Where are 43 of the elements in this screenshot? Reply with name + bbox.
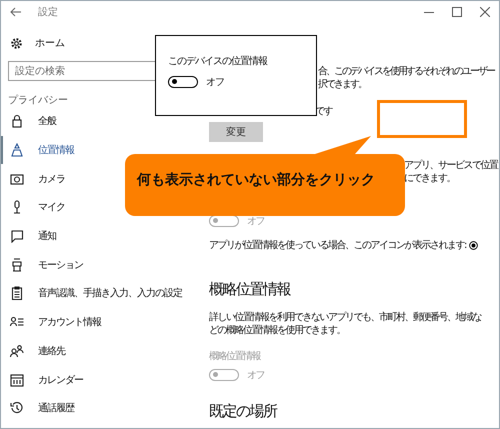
calendar-icon — [10, 372, 24, 387]
sidebar-item[interactable]: カメラ — [1, 164, 65, 194]
description-text: 詳しい位置情報を利用できないアプリでも、市町村、郵便番号、地域などの概略位置情報を使用できます。 — [209, 311, 482, 337]
description-text: 合、このデバイスを使用するそれぞれのユーザー — [318, 65, 496, 78]
clipboard-icon — [10, 286, 24, 300]
description-text: 択できます。 — [318, 78, 367, 91]
info-text: アプリが位置情報を使っている場合、このアイコンが表示されます: — [209, 238, 466, 252]
lock-icon — [10, 114, 24, 128]
sidebar-item[interactable]: 通話履歴 — [1, 394, 74, 423]
sidebar-item[interactable]: カレンダー — [1, 365, 83, 394]
location-indicator-icon — [468, 240, 478, 250]
section-heading: 概略位置情報 — [209, 280, 292, 299]
motion-icon — [10, 258, 24, 272]
maximize-icon[interactable] — [452, 6, 462, 16]
section-heading: 既定の場所 — [209, 402, 278, 421]
close-icon[interactable] — [480, 6, 490, 16]
callout-text: 何も表示されていない部分をクリック — [137, 171, 375, 189]
toggle-label: オフ — [206, 76, 224, 89]
description-text: にできます。 — [404, 172, 456, 185]
camera-icon — [10, 172, 24, 186]
sidebar-item[interactable]: 位置情報 — [1, 136, 74, 164]
settings-icon — [10, 36, 23, 50]
sidebar-item[interactable]: アカウント情報 — [1, 308, 101, 336]
sidebar-item[interactable]: 音声認識、手描き入力、入力の設定 — [1, 279, 182, 308]
window-title: 設定 — [38, 6, 58, 18]
toggle-label: オフ — [247, 369, 264, 382]
sidebar-item[interactable]: 全般 — [1, 107, 56, 136]
back-arrow-icon[interactable] — [10, 6, 22, 16]
toggle-switch[interactable] — [168, 76, 198, 88]
location-icon — [10, 143, 24, 158]
chat-icon — [10, 229, 24, 244]
description-text: アプリ、サービスで位置 — [404, 159, 499, 172]
section-heading: プライバシー — [8, 94, 68, 107]
history-icon — [10, 401, 24, 416]
sidebar-item[interactable]: 通知 — [1, 222, 56, 250]
change-button[interactable]: 変更 — [209, 122, 263, 142]
sidebar-item[interactable]: モーション — [1, 250, 83, 280]
toggle-label: オフ — [247, 215, 264, 228]
contacts-icon — [10, 344, 24, 358]
setting-label: 概略位置情報 — [209, 350, 262, 363]
home-link[interactable]: ホーム — [35, 36, 65, 50]
sidebar-item[interactable]: マイク — [1, 193, 65, 222]
sidebar-item[interactable]: 連絡先 — [1, 336, 65, 366]
